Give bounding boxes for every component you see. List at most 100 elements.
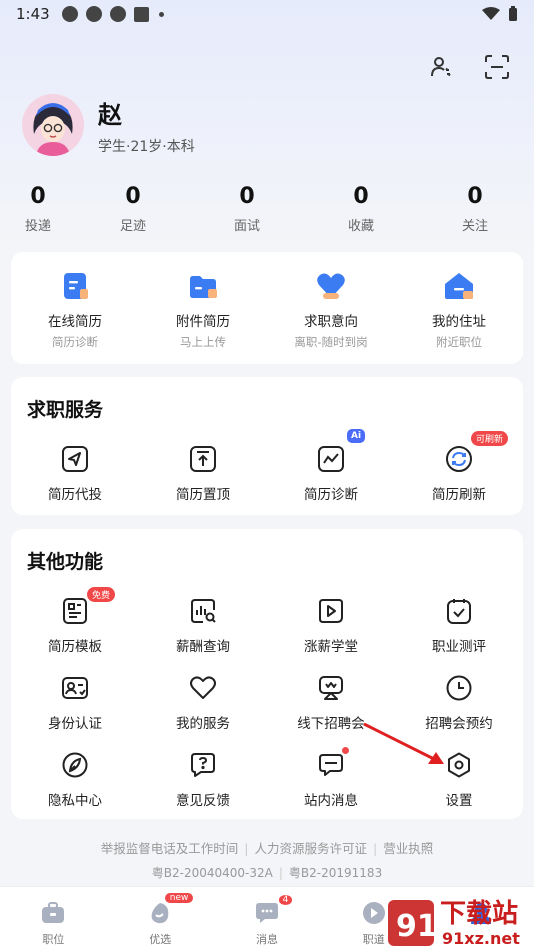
function-label: 我的服务 — [176, 716, 230, 732]
function-label: 隐私中心 — [48, 793, 102, 809]
function-label: 站内消息 — [304, 793, 358, 809]
stat-label: 足迹 — [119, 219, 146, 234]
tab-preferred[interactable]: new 优选 — [107, 887, 214, 950]
preferred-icon — [147, 901, 173, 925]
func-salary-school[interactable]: 涨薪学堂 — [267, 595, 395, 655]
battery-icon — [509, 6, 517, 21]
assessment-icon — [443, 595, 475, 627]
notification-icon — [133, 6, 149, 22]
tab-messages[interactable]: 4 消息 — [214, 887, 321, 950]
path-icon — [361, 901, 387, 925]
quick-attachment-resume[interactable]: 附件简历 马上上传 — [139, 270, 267, 350]
quick-my-address[interactable]: 我的住址 附近职位 — [395, 270, 523, 350]
notification-icon — [61, 6, 78, 22]
stat-value: 0 — [353, 184, 369, 209]
stat-value: 0 — [239, 184, 255, 209]
heart-icon — [315, 270, 347, 302]
stats-row: 0 投递 0 足迹 0 面试 0 收藏 0 关注 — [0, 184, 534, 234]
service-resume-delivery[interactable]: 简历代投 — [11, 443, 139, 503]
folder-icon — [187, 270, 219, 302]
quick-job-intention[interactable]: 求职意向 离职-随时到岗 — [267, 270, 395, 350]
service-label: 简历置顶 — [176, 487, 230, 503]
stat-following[interactable]: 0 关注 — [418, 184, 532, 234]
footer-links: 举报监督电话及工作时间 | 人力资源服务许可证 | 营业执照 — [100, 841, 434, 856]
quick-subtitle: 马上上传 — [180, 335, 226, 349]
watermark-main: 下载站 — [440, 899, 518, 929]
clock-icon — [443, 672, 475, 704]
license-number: 粤B2-20191183 — [288, 866, 383, 880]
watermark-logo: 91 下载站 91xz.net — [388, 899, 520, 948]
function-label: 设置 — [445, 793, 473, 809]
notification-icon — [85, 6, 102, 22]
feedback-icon — [187, 749, 219, 781]
stat-interviews[interactable]: 0 面试 — [190, 184, 304, 234]
status-bar: 1:43 — [0, 0, 534, 28]
scan-icon[interactable] — [482, 52, 512, 82]
func-feedback[interactable]: 意见反馈 — [139, 749, 267, 809]
unread-count-badge: 4 — [278, 895, 293, 905]
footer-licenses: 粤B2-20040400-32A | 粤B2-20191183 — [151, 866, 383, 880]
func-salary-query[interactable]: 薪酬查询 — [139, 595, 267, 655]
heart-outline-icon — [187, 672, 219, 704]
template-icon: 免费 — [59, 587, 116, 627]
function-label: 职业测评 — [432, 639, 486, 655]
service-resume-top[interactable]: 简历置顶 — [139, 443, 267, 503]
resume-doc-icon — [59, 270, 91, 302]
id-card-icon — [59, 672, 91, 704]
switch-identity-icon[interactable] — [426, 52, 456, 82]
service-resume-refresh[interactable]: 可刷新 简历刷新 — [395, 431, 523, 503]
function-label: 意见反馈 — [176, 793, 230, 809]
home-icon — [443, 270, 475, 302]
stat-footprints[interactable]: 0 足迹 — [76, 184, 190, 234]
stat-deliveries[interactable]: 0 投递 — [0, 184, 76, 234]
tab-label: 职位 — [42, 933, 65, 946]
profile-header[interactable]: 赵 学生·21岁·本科 — [22, 94, 195, 156]
annotation-arrow — [363, 722, 444, 764]
quick-subtitle: 离职-随时到岗 — [294, 335, 368, 349]
quick-actions-card: 在线简历 简历诊断 附件简历 马上上传 求职意向 离职-随时到岗 我的住址 附近… — [11, 252, 523, 364]
quick-subtitle: 简历诊断 — [52, 335, 98, 349]
func-career-assessment[interactable]: 职业测评 — [395, 595, 523, 655]
tab-label: 消息 — [255, 933, 278, 946]
func-my-services[interactable]: 我的服务 — [139, 672, 267, 732]
quick-online-resume[interactable]: 在线简历 简历诊断 — [11, 270, 139, 350]
job-fair-icon — [315, 672, 347, 704]
section-title: 求职服务 — [27, 399, 104, 421]
user-info: 学生·21岁·本科 — [98, 138, 195, 155]
function-label: 身份认证 — [48, 716, 102, 732]
footer-link-report[interactable]: 举报监督电话及工作时间 — [101, 841, 239, 856]
privacy-icon — [59, 749, 91, 781]
quick-title: 在线简历 — [48, 314, 102, 330]
stat-value: 0 — [30, 184, 46, 209]
quick-title: 附件简历 — [176, 314, 230, 330]
avatar[interactable] — [22, 94, 84, 156]
func-identity-verify[interactable]: 身份认证 — [11, 672, 139, 732]
send-icon — [59, 443, 91, 475]
function-label: 薪酬查询 — [176, 639, 230, 655]
salary-search-icon — [187, 595, 219, 627]
pin-top-icon — [187, 443, 219, 475]
tab-label: 优选 — [149, 933, 172, 946]
footer-link-business-license[interactable]: 营业执照 — [383, 841, 433, 856]
notification-icon — [109, 6, 126, 22]
func-privacy-center[interactable]: 隐私中心 — [11, 749, 139, 809]
diagnosis-icon: Ai — [315, 429, 366, 475]
play-icon — [315, 595, 347, 627]
ai-badge: Ai — [347, 429, 366, 443]
stat-favorites[interactable]: 0 收藏 — [304, 184, 418, 234]
func-resume-template[interactable]: 免费 简历模板 — [11, 587, 139, 655]
function-label: 涨薪学堂 — [304, 639, 358, 655]
watermark-site: 91xz.net — [442, 929, 520, 948]
status-time: 1:43 — [16, 5, 50, 23]
refresh-icon: 可刷新 — [443, 431, 509, 475]
message-icon — [315, 747, 349, 781]
license-number: 粤B2-20040400-32A — [151, 866, 273, 880]
footer-link-hr-license[interactable]: 人力资源服务许可证 — [254, 841, 367, 856]
tab-jobs[interactable]: 职位 — [0, 887, 107, 950]
free-badge: 免费 — [87, 587, 116, 602]
briefcase-icon — [40, 901, 66, 925]
quick-title: 求职意向 — [304, 314, 358, 330]
service-resume-diagnosis[interactable]: Ai 简历诊断 — [267, 429, 395, 503]
new-badge: new — [164, 893, 194, 903]
stat-label: 收藏 — [347, 219, 374, 234]
